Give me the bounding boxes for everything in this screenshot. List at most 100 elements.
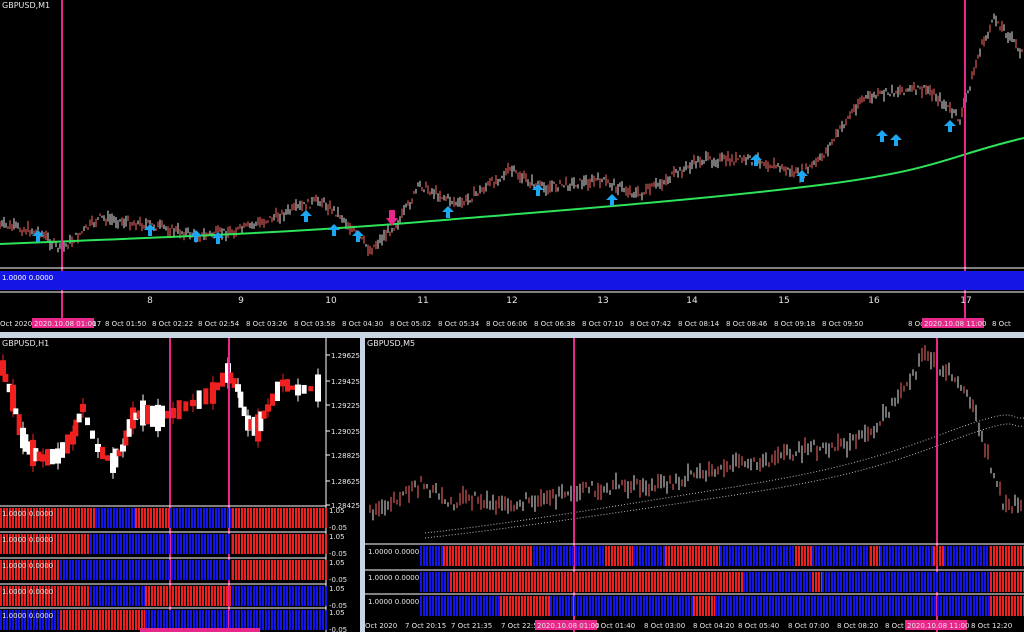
indicator-bar (551, 546, 553, 566)
indicator-bar (459, 596, 461, 616)
indicator-bar (503, 596, 505, 616)
indicator-bar (928, 546, 930, 566)
indicator-bar (214, 610, 216, 630)
indicator-bar (220, 610, 222, 630)
indicator-bar (524, 596, 526, 616)
time-highlight-text: 2020.10.08 01:00 (537, 622, 599, 630)
indicator-bar (889, 596, 891, 616)
m1-price-chart[interactable]: 891011121314151617Oct 20208 Oct 01:178 O… (0, 0, 1024, 332)
day-tick-label: 8 (147, 296, 153, 306)
cloud-line (424, 423, 1024, 539)
indicator-bar (919, 596, 921, 616)
indicator-bar (435, 572, 437, 592)
indicator-bar (241, 560, 243, 580)
day-tick-label: 13 (597, 296, 608, 306)
indicator-bar (592, 596, 594, 616)
indicator-bar (629, 546, 631, 566)
chart-window-m1[interactable]: GBPUSD,M1 8 9 10 11 12 13 14 15 16 17 Oct 2020 8 Oc… (0, 0, 1024, 332)
indicator-bar (449, 546, 451, 566)
indicator-bar (663, 572, 665, 592)
indicator-bar (322, 610, 324, 630)
indicator-bar (178, 586, 180, 606)
indicator-bar (268, 534, 270, 554)
indicator-bar (744, 546, 746, 566)
indicator-bar (117, 534, 119, 554)
indicator-bar (108, 586, 110, 606)
indicator-bar (81, 610, 83, 630)
indicator-bar (812, 572, 814, 592)
indicator-bar (678, 572, 680, 592)
indicator-bar (81, 508, 83, 528)
indicator-bar (215, 508, 217, 528)
indicator-bar (741, 572, 743, 592)
indicator-bar (602, 546, 604, 566)
indicator-bar (468, 596, 470, 616)
indicator-bar (646, 596, 648, 616)
m5-price-chart[interactable]: 1.0000 0.0000 1.0000 0.0000 1.0000 0.0000 O… (365, 338, 1024, 632)
indicator-bar (1002, 572, 1004, 592)
candle-body (261, 410, 267, 419)
indicator-bar (555, 572, 557, 592)
time-axis-label: 8 Oct 05:40 (738, 622, 779, 630)
candle-body (10, 384, 16, 412)
indicator-bar (515, 546, 517, 566)
indicator-bar (235, 534, 237, 554)
indicator-bar (623, 546, 625, 566)
indicator-bar (797, 572, 799, 592)
indicator-bar (274, 586, 276, 606)
indicator-bar (298, 586, 300, 606)
h1-price-chart[interactable]: 1.29625 1.29425 1.29225 1.29025 1.28825 1.286… (0, 338, 360, 632)
indicator-bar (211, 586, 213, 606)
indicator-bar (57, 560, 59, 580)
indicator-bar (777, 546, 779, 566)
indicator-bar (833, 546, 835, 566)
indicator-bar (652, 596, 654, 616)
indicator-bar (753, 546, 755, 566)
indicator-bar (90, 534, 92, 554)
indicator-bar (218, 508, 220, 528)
indicator-bar (699, 596, 701, 616)
indicator-bar (858, 572, 860, 592)
indicator-bar (301, 610, 303, 630)
indicator-bar (534, 572, 536, 592)
indicator-bar (228, 534, 230, 554)
time-axis-label: 8 Oct (992, 320, 1011, 328)
indicator-bar (265, 610, 267, 630)
indicator-bar (655, 596, 657, 616)
indicator-bar (227, 508, 229, 528)
indicator-bar (172, 610, 174, 630)
indicator-bar (197, 508, 199, 528)
chart-window-h1[interactable]: GBPUSD,H1 1.29625 1.29425 1.29225 1.29025 1.… (0, 338, 360, 632)
indicator-bar (891, 572, 893, 592)
indicator-bar (171, 560, 173, 580)
indicator-bar (157, 610, 159, 630)
indicator-bar (141, 560, 143, 580)
indicator-bar (166, 586, 168, 606)
indicator-bar (210, 560, 212, 580)
indicator-bar (714, 572, 716, 592)
indicator-bar (633, 572, 635, 592)
indicator-bar (156, 534, 158, 554)
chart-window-m5[interactable]: GBPUSD,M5 1.0000 0.0000 1.0000 0.0000 1.00… (365, 338, 1024, 632)
buy-arrow-icon (606, 194, 618, 206)
indicator-bar (244, 534, 246, 554)
indicator-bar (723, 546, 725, 566)
buy-arrow-icon (442, 206, 454, 218)
indicator-bar (506, 546, 508, 566)
indicator-bar (509, 596, 511, 616)
indicator-bar (63, 560, 65, 580)
indicator-bar (111, 534, 113, 554)
indicator-bar (605, 546, 607, 566)
indicator-bar (87, 508, 89, 528)
indicator-bar (295, 508, 297, 528)
indicator-bar (310, 508, 312, 528)
indicator-bar (680, 546, 682, 566)
indicator-bar (105, 586, 107, 606)
indicator-bar (628, 596, 630, 616)
indicator-bar (684, 572, 686, 592)
indicator-bar (955, 596, 957, 616)
indicator-bar (1014, 572, 1016, 592)
indicator-bar (767, 572, 769, 592)
indicator-bar (123, 586, 125, 606)
indicator-bar (238, 508, 240, 528)
